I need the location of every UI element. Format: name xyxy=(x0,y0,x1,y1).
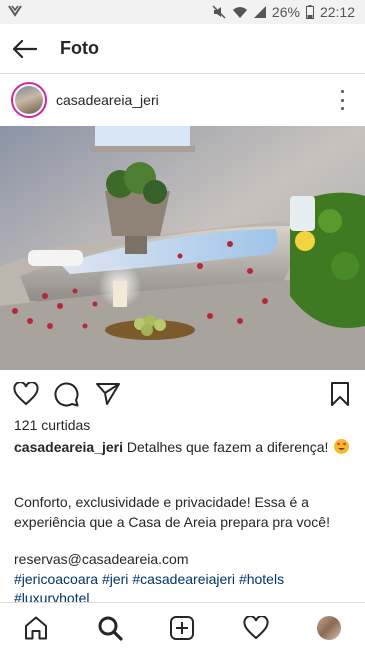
back-button[interactable] xyxy=(0,24,48,74)
profile-avatar xyxy=(317,616,341,640)
hashtag-link[interactable]: #jeri xyxy=(102,571,128,587)
post-header: casadeareia_jeri xyxy=(0,74,365,126)
post-actions xyxy=(0,370,365,416)
hashtags: #jericoacoara #jeri #casadeareiajeri #ho… xyxy=(14,570,354,604)
nav-search[interactable] xyxy=(96,614,124,642)
app-notification-icon xyxy=(8,4,22,20)
hashtag-link[interactable]: #casadeareiajeri xyxy=(132,571,235,587)
home-icon xyxy=(25,616,47,640)
nav-profile[interactable] xyxy=(315,614,343,642)
top-app-bar: Foto xyxy=(0,24,365,74)
nav-activity[interactable] xyxy=(242,614,270,642)
likes-count[interactable]: 121 curtidas xyxy=(14,417,90,433)
page-title: Foto xyxy=(60,38,99,58)
heart-eyes-emoji-icon xyxy=(334,439,350,454)
share-button[interactable] xyxy=(94,380,122,408)
post-photo[interactable] xyxy=(0,126,365,370)
status-bar: 26% 22:12 xyxy=(0,0,365,24)
search-icon xyxy=(98,616,123,641)
status-left xyxy=(8,4,22,20)
post-author-username[interactable]: casadeareia_jeri xyxy=(56,92,159,108)
more-dot xyxy=(340,98,344,102)
nav-home[interactable] xyxy=(22,614,50,642)
caption: casadeareia_jeri Detalhes que fazem a di… xyxy=(14,438,354,457)
comment-icon xyxy=(54,382,79,407)
battery-icon xyxy=(305,5,314,19)
more-dot xyxy=(340,107,344,110)
comment-button[interactable] xyxy=(53,380,81,408)
clock: 22:12 xyxy=(319,4,355,20)
add-post-icon xyxy=(170,616,194,640)
caption-text: Detalhes que fazem a diferença! xyxy=(126,439,329,455)
avatar-image xyxy=(15,86,43,114)
heart-icon xyxy=(13,382,39,406)
more-options-button[interactable] xyxy=(337,90,347,110)
bookmark-icon xyxy=(331,382,349,406)
heart-icon xyxy=(243,616,269,640)
send-icon xyxy=(96,383,120,405)
save-button[interactable] xyxy=(326,380,354,408)
contact-email: reservas@casadeareia.com xyxy=(14,551,189,567)
signal-icon xyxy=(253,6,266,18)
like-button[interactable] xyxy=(12,380,40,408)
post-author-avatar[interactable] xyxy=(11,82,47,118)
nav-new-post[interactable] xyxy=(168,614,196,642)
post-description: Conforto, exclusividade e privacidade! E… xyxy=(14,494,330,530)
bottom-navigation xyxy=(0,602,365,650)
hashtag-link[interactable]: #hotels xyxy=(239,571,284,587)
arrow-left-icon xyxy=(12,39,37,58)
status-right: 26% 22:12 xyxy=(212,4,355,20)
more-vertical-icon xyxy=(340,90,344,93)
hashtag-link[interactable]: #jericoacoara xyxy=(14,571,98,587)
battery-level: 26% xyxy=(271,4,300,20)
wifi-icon xyxy=(232,6,248,19)
mute-icon xyxy=(212,5,226,19)
caption-username[interactable]: casadeareia_jeri xyxy=(14,439,123,455)
